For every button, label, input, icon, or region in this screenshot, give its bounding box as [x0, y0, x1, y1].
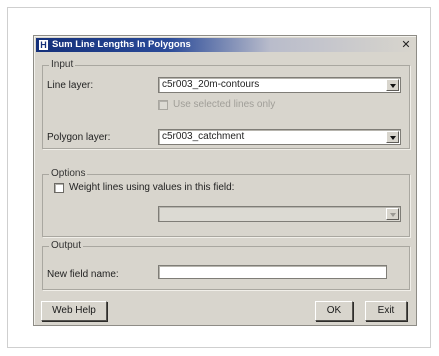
chevron-down-icon	[390, 84, 396, 88]
exit-button[interactable]: Exit	[365, 301, 407, 321]
polygon-layer-value: c5r003_catchment	[162, 131, 245, 142]
app-icon: H	[39, 40, 48, 50]
line-layer-label: Line layer:	[47, 80, 94, 91]
new-field-name-label: New field name:	[47, 269, 119, 280]
ok-button[interactable]: OK	[315, 301, 353, 321]
options-group: Options Weight lines using values in thi…	[42, 168, 410, 237]
line-layer-value: c5r003_20m-contours	[162, 79, 260, 90]
use-selected-lines-label: Use selected lines only	[173, 99, 276, 110]
weight-lines-label: Weight lines using values in this field:	[69, 182, 235, 193]
weight-field-dropdown-button[interactable]	[386, 208, 399, 220]
sum-line-lengths-dialog: H Sum Line Lengths In Polygons ✕ Input L…	[33, 35, 417, 326]
chevron-down-icon	[390, 213, 396, 217]
input-group: Input Line layer: c5r003_20m-contours Us…	[42, 59, 410, 149]
polygon-layer-dropdown-button[interactable]	[386, 131, 399, 143]
chevron-down-icon	[390, 136, 396, 140]
weight-field-select[interactable]	[158, 206, 401, 222]
use-selected-lines-checkbox[interactable]	[158, 100, 168, 110]
close-icon[interactable]: ✕	[400, 39, 412, 51]
input-group-legend: Input	[49, 59, 76, 71]
line-layer-select[interactable]: c5r003_20m-contours	[158, 77, 401, 93]
title-bar[interactable]: H Sum Line Lengths In Polygons ✕	[36, 38, 414, 52]
output-group-legend: Output	[49, 240, 84, 252]
options-group-legend: Options	[49, 168, 88, 180]
polygon-layer-select[interactable]: c5r003_catchment	[158, 129, 401, 145]
new-field-name-input[interactable]	[158, 265, 387, 279]
dialog-title: Sum Line Lengths In Polygons	[52, 39, 191, 50]
weight-lines-checkbox[interactable]	[54, 183, 64, 193]
line-layer-dropdown-button[interactable]	[386, 79, 399, 91]
polygon-layer-label: Polygon layer:	[47, 132, 111, 143]
output-group: Output New field name:	[42, 240, 410, 290]
web-help-button[interactable]: Web Help	[41, 301, 107, 321]
